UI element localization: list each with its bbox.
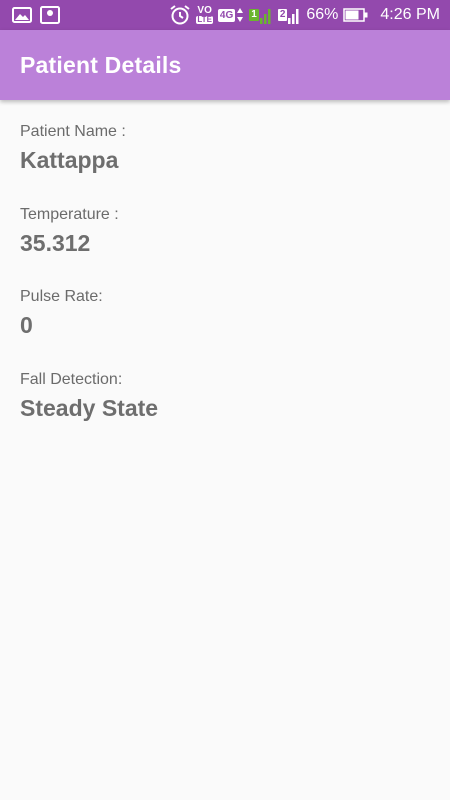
page-title: Patient Details: [20, 51, 182, 78]
volte-bottom-label: LTE: [196, 14, 213, 25]
app-bar: Patient Details: [0, 30, 450, 100]
sim2-signal-icon: 2: [277, 6, 302, 24]
screen-record-icon: [40, 6, 60, 24]
patient-name-field: Patient Name : Kattappa: [20, 122, 126, 174]
sim1-label: 1: [249, 9, 259, 21]
network-label: 4G: [217, 8, 236, 22]
status-bar: VO LTE 4G 1 2 66% 4:26 PM: [0, 0, 450, 30]
status-left: [12, 6, 60, 24]
battery-icon: [343, 7, 369, 23]
temperature-field: Temperature : 35.312: [20, 205, 119, 257]
patient-name-label: Patient Name :: [20, 123, 126, 140]
sim1-signal-icon: 1: [249, 6, 273, 24]
fall-detection-value: Steady State: [20, 395, 159, 421]
network-4g-icon: 4G: [217, 7, 244, 23]
pulse-rate-value: 0: [20, 312, 33, 338]
fall-detection-label: Fall Detection:: [20, 371, 123, 388]
pulse-rate-label: Pulse Rate:: [20, 288, 103, 305]
screen: VO LTE 4G 1 2 66% 4:26 PM Patient Detail…: [0, 0, 450, 800]
patient-name-value: Kattappa: [20, 147, 119, 173]
temperature-label: Temperature :: [20, 206, 119, 223]
status-time: 4:26 PM: [380, 6, 440, 23]
volte-icon: VO LTE: [196, 5, 213, 25]
sim2-label: 2: [277, 9, 288, 21]
pulse-rate-field: Pulse Rate: 0: [20, 287, 103, 339]
battery-percent: 66%: [306, 6, 339, 23]
alarm-icon: [169, 4, 191, 26]
temperature-value: 35.312: [20, 230, 91, 256]
status-right: VO LTE 4G 1 2 66% 4:26 PM: [169, 4, 440, 26]
fall-detection-field: Fall Detection: Steady State: [20, 370, 158, 422]
gallery-icon: [12, 7, 32, 23]
